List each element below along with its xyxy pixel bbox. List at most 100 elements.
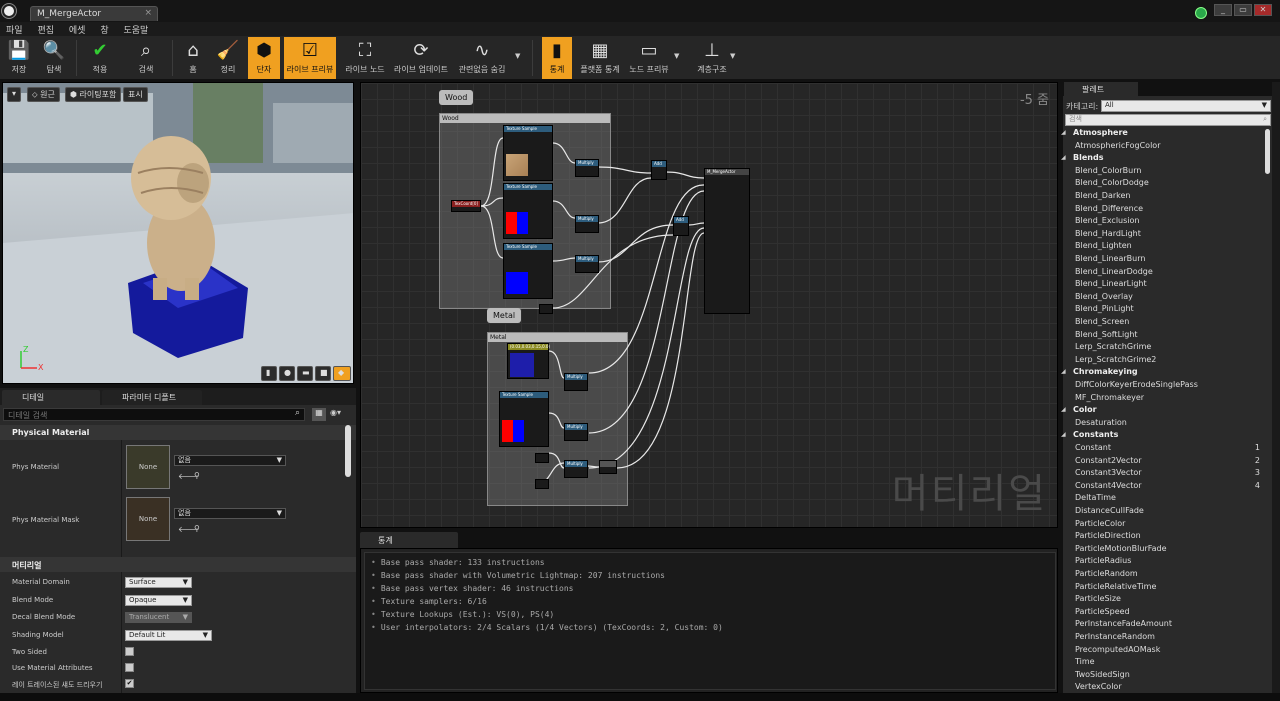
live-nodes-button[interactable]: ⛶ 라이브 노드 [340,37,390,79]
palette-item[interactable]: MF_Chromakeyer [1075,393,1144,402]
palette-category[interactable]: Blends [1073,153,1103,162]
palette-item[interactable]: Blend_Exclusion [1075,216,1139,225]
preview-cylinder-icon[interactable]: ▮ [261,366,277,381]
palette-search-input[interactable]: 검색 ⌕ [1065,114,1271,126]
palette-item[interactable]: Blend_LinearDodge [1075,267,1153,276]
hide-unrelated-button[interactable]: ∿ 관련없음 숨김 [454,37,510,79]
show-button[interactable]: 표시 [123,87,148,102]
close-tab-icon[interactable]: × [144,8,152,18]
palette-item[interactable]: Blend_HardLight [1075,229,1141,238]
details-scrollbar[interactable] [345,425,351,477]
palette-item[interactable]: DistanceCullFade [1075,506,1144,515]
texture-sample-node-3[interactable]: Texture Sample [503,243,553,299]
palette-category[interactable]: Chromakeying [1073,367,1138,376]
palette-item[interactable]: TwoSidedSign [1075,670,1130,679]
cast-ray-traced-shadows-checkbox[interactable]: ✔ [125,679,134,688]
browse-magnifier-icon[interactable]: ⚲ [194,471,200,480]
palette-item[interactable]: Constant2Vector [1075,456,1142,465]
palette-scrollbar[interactable] [1265,129,1270,174]
category-material[interactable]: 머티리얼 [0,557,356,572]
expand-triangle-icon[interactable]: ◢ [1061,431,1066,438]
palette-item[interactable]: Blend_SoftLight [1075,330,1138,339]
multiply-node-6[interactable]: Multiply [564,460,588,478]
palette-item[interactable]: Blend_ColorDodge [1075,178,1149,187]
lit-mode-button[interactable]: ⬢ 라이팅포함 [65,87,122,102]
shading-model-dropdown[interactable]: Default Lit ▼ [125,630,212,641]
palette-item[interactable]: DeltaTime [1075,493,1116,502]
menu-edit[interactable]: 편집 [31,22,60,37]
vector-param-node[interactable]: (0.03,0.03,0.15,0.0) [507,343,550,379]
palette-item[interactable]: ParticleColor [1075,519,1125,528]
palette-item[interactable]: VertexColor [1075,682,1122,691]
tab-parameter-defaults[interactable]: 파라미터 디폴트 [102,390,202,405]
palette-category[interactable]: Color [1073,405,1097,414]
material-result-node[interactable]: M_MergeActor [704,168,750,314]
constant-node-metal-2[interactable] [535,479,549,489]
apply-button[interactable]: ✔ 적용 [84,37,116,79]
stats-button[interactable]: ▮ 통계 [542,37,572,79]
palette-item[interactable]: ParticleDirection [1075,531,1141,540]
category-physical-material[interactable]: Physical Material [0,425,356,440]
palette-category[interactable]: Constants [1073,430,1118,439]
palette-item[interactable]: Time [1075,657,1095,666]
source-control-status-icon[interactable] [1195,7,1207,19]
palette-item[interactable]: Blend_ColorBurn [1075,166,1141,175]
palette-item[interactable]: ParticleRelativeTime [1075,582,1156,591]
palette-item[interactable]: Desaturation [1075,418,1127,427]
tab-stats[interactable]: 통계 [360,532,458,548]
palette-item[interactable]: Lerp_ScratchGrime2 [1075,355,1156,364]
use-material-attributes-checkbox[interactable] [125,663,134,672]
palette-item[interactable]: ParticleRadius [1075,556,1131,565]
browse-button[interactable]: 🔍 탐색 [38,37,70,79]
document-tab[interactable]: M_MergeActor × [30,6,158,21]
material-domain-dropdown[interactable]: Surface ▼ [125,577,192,588]
texture-sample-node-2[interactable]: Texture Sample [503,183,553,239]
expand-triangle-icon[interactable]: ◢ [1061,129,1066,136]
menu-file[interactable]: 파일 [0,22,29,37]
visibility-eye-icon[interactable]: ◉▾ [330,408,350,421]
home-button[interactable]: ⌂ 홈 [178,37,208,79]
constant-node-wood[interactable] [539,304,553,314]
live-preview-button[interactable]: ☑ 라이브 프리뷰 [284,37,336,79]
palette-item[interactable]: PerInstanceRandom [1075,632,1155,641]
texture-sample-node-1[interactable]: Texture Sample [503,125,553,181]
texcoord-node[interactable]: TexCoord[0] [451,200,481,212]
tab-details[interactable]: 디테일 [2,390,100,405]
palette-item[interactable]: Blend_Screen [1075,317,1129,326]
multiply-node-1[interactable]: Multiply [575,159,599,177]
palette-item[interactable]: Constant4Vector [1075,481,1142,490]
expand-triangle-icon[interactable]: ◢ [1061,406,1066,413]
palette-item[interactable]: ParticleSpeed [1075,607,1130,616]
palette-item[interactable]: PerInstanceFadeAmount [1075,619,1172,628]
multiply-node-2[interactable]: Multiply [575,215,599,233]
save-button[interactable]: 💾 저장 [4,37,34,79]
menu-window[interactable]: 창 [94,22,114,37]
clean-up-button[interactable]: 🧹 정리 [212,37,244,79]
minimize-button[interactable]: _ [1214,4,1232,16]
hierarchy-button[interactable]: ⊥ 계층구조 [694,37,730,79]
expand-triangle-icon[interactable]: ◢ [1061,368,1066,375]
platform-stats-button[interactable]: ▦ 플랫폼 통계 [578,37,622,79]
palette-item[interactable]: Blend_Difference [1075,204,1143,213]
palette-item[interactable]: Constant [1075,443,1111,452]
close-window-button[interactable]: ✕ [1254,4,1272,16]
comment-bubble-wood[interactable]: Wood [439,90,474,105]
browse-magnifier-icon[interactable]: ⚲ [194,524,200,533]
phys-material-mask-dropdown[interactable]: 없음 ▼ [174,508,286,519]
preview-sphere-icon[interactable]: ● [279,366,295,381]
palette-item[interactable]: Blend_LinearBurn [1075,254,1145,263]
palette-item[interactable]: Blend_PinLight [1075,304,1134,313]
phys-material-thumbnail[interactable]: None [126,445,170,489]
texture-sample-node-4[interactable]: Texture Sample [499,391,549,447]
multiply-node-5[interactable]: Multiply [564,423,588,441]
preview-cube-icon[interactable]: ■ [315,366,331,381]
palette-item[interactable]: Blend_Darken [1075,191,1130,200]
preview-viewport[interactable]: Z X ▾ ⬦ 원근 ⬢ 라이팅포함 표시 ▮ ● ▬ ■ ◆ [2,82,354,384]
blend-mode-dropdown[interactable]: Opaque ▼ [125,595,192,606]
palette-item[interactable]: Constant3Vector [1075,468,1142,477]
palette-item[interactable]: Blend_Lighten [1075,241,1132,250]
palette-item[interactable]: ParticleMotionBlurFade [1075,544,1167,553]
palette-item[interactable]: Blend_Overlay [1075,292,1133,301]
expand-triangle-icon[interactable]: ◢ [1061,154,1066,161]
connectors-button[interactable]: ⬢ 단자 [248,37,280,79]
